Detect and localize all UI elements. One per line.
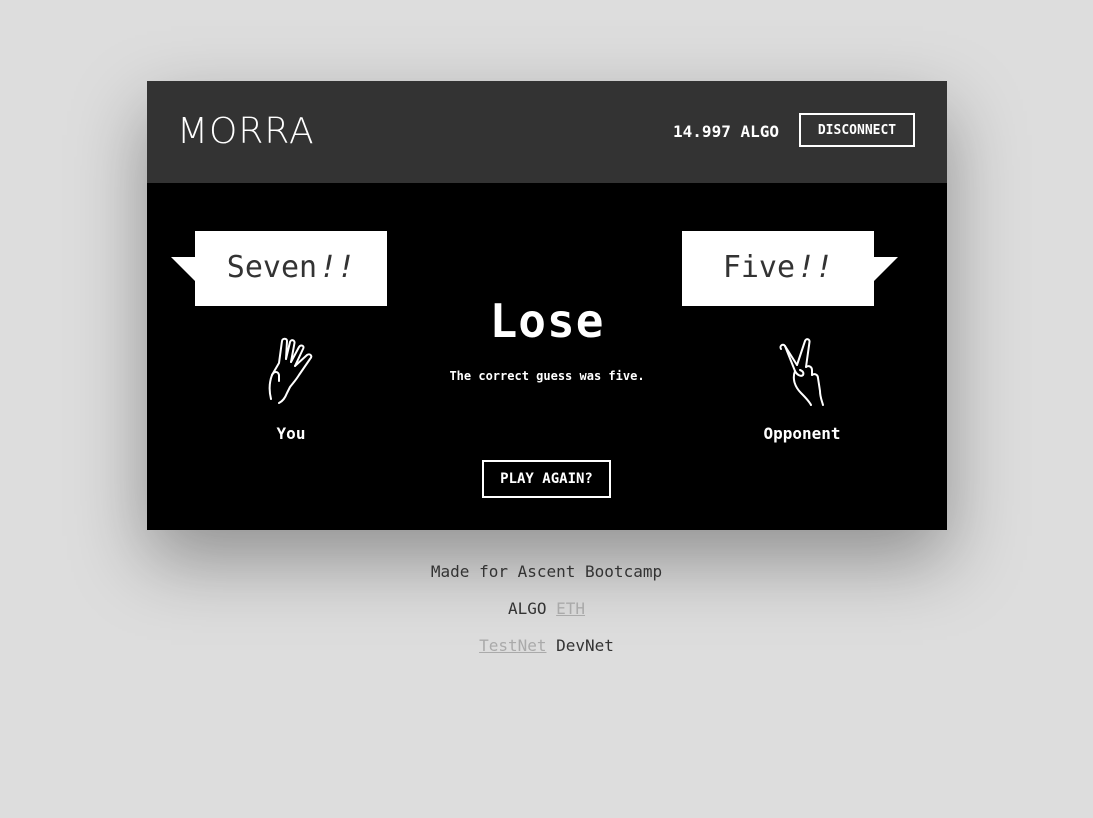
- result-message-suffix: .: [637, 369, 645, 383]
- chain-selector: ALGO ETH: [0, 597, 1093, 634]
- player-guess-text: Seven: [226, 250, 318, 285]
- three-fingers-hand-icon: [263, 335, 327, 411]
- correct-answer: five: [608, 369, 638, 383]
- chain-algo-selected: ALGO: [507, 599, 547, 618]
- network-selector: TestNet DevNet: [0, 634, 1093, 671]
- footer-credit: Made for Ascent Bootcamp: [430, 562, 663, 581]
- wallet-balance: 14.997 ALGO: [673, 122, 779, 141]
- opponent-guess-text: Five: [722, 250, 796, 285]
- result-title: Lose: [489, 294, 605, 348]
- two-fingers-hand-icon: [775, 335, 839, 411]
- game-window: MORRA 14.997 ALGO DISCONNECT Seven!! Fiv…: [147, 81, 947, 530]
- network-devnet-selected: DevNet: [556, 636, 614, 655]
- chain-eth-link[interactable]: ETH: [556, 599, 585, 618]
- app-header: MORRA 14.997 ALGO DISCONNECT: [147, 81, 947, 183]
- page-footer: Made for Ascent Bootcamp ALGO ETH TestNe…: [0, 560, 1093, 671]
- player-guess-emphasis: !!: [319, 250, 356, 285]
- result-message: The correct guess was five.: [347, 368, 747, 384]
- opponent-label: Opponent: [763, 424, 841, 443]
- disconnect-button[interactable]: DISCONNECT: [799, 113, 915, 147]
- app-logo: MORRA: [177, 111, 315, 152]
- player-label: You: [276, 424, 306, 443]
- player-guess-banner: Seven!!: [171, 231, 387, 306]
- opponent-guess-banner: Five!!: [682, 231, 898, 306]
- play-again-button[interactable]: PLAY AGAIN?: [482, 460, 611, 498]
- game-stage: Seven!! Five!! You Opponent Lose The cor…: [147, 183, 947, 530]
- result-message-prefix: The correct guess was: [449, 369, 609, 383]
- network-testnet-link[interactable]: TestNet: [479, 636, 546, 655]
- opponent-guess-emphasis: !!: [797, 250, 834, 285]
